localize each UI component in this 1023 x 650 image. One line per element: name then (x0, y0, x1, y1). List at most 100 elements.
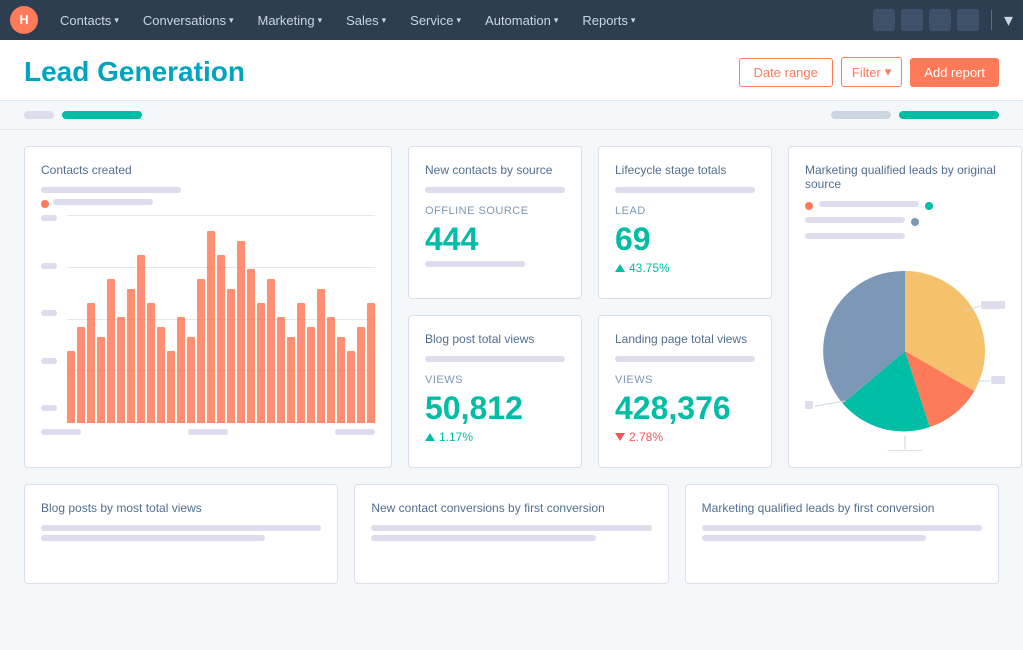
pie-chart-container (805, 251, 1005, 451)
blog-views-card: Blog post total views VIEWS 50,812 1.17% (408, 315, 582, 468)
skel (41, 535, 265, 541)
bar (127, 289, 135, 423)
trend-up-icon (615, 264, 625, 272)
filter-tag-4[interactable] (899, 111, 999, 119)
bar (97, 337, 105, 423)
add-report-button[interactable]: Add report (910, 58, 999, 87)
bar (347, 351, 355, 423)
y-axis-area (41, 215, 375, 423)
bar (147, 303, 155, 423)
nav-marketing[interactable]: Marketing ▾ (247, 0, 332, 40)
contacts-created-card: Contacts created (24, 146, 392, 468)
x-label (335, 429, 375, 435)
nav-automation[interactable]: Automation ▾ (475, 0, 568, 40)
chevron-down-icon: ▾ (885, 64, 892, 80)
bottom-card-1: Blog posts by most total views (24, 484, 338, 584)
bar (267, 279, 275, 423)
nav-icon-1[interactable] (873, 9, 895, 31)
skel (41, 525, 321, 531)
nav-icon-2[interactable] (901, 9, 923, 31)
pie-label-2 (991, 376, 1005, 384)
metric-change-down: 2.78% (615, 430, 755, 444)
new-contacts-source-card: New contacts by source OFFLINE SOURCE 44… (408, 146, 582, 299)
metric-value: 428,376 (615, 392, 755, 424)
pie-chart (805, 251, 1005, 451)
main-content: Contacts created (0, 130, 1023, 600)
skel (425, 356, 565, 362)
nav-service[interactable]: Service ▾ (400, 0, 471, 40)
y-label (41, 358, 57, 364)
chevron-down-icon: ▾ (631, 15, 636, 26)
chevron-down-icon: ▾ (457, 15, 462, 26)
bottom-card-2-title: New contact conversions by first convers… (371, 501, 651, 515)
page-header: Lead Generation Date range Filter ▾ Add … (0, 40, 1023, 101)
hubspot-logo[interactable]: H (10, 6, 38, 34)
bar (257, 303, 265, 423)
legend-dot-2 (925, 202, 933, 210)
bar-chart-area (67, 215, 375, 423)
bar (137, 255, 145, 423)
nav-reports[interactable]: Reports ▾ (572, 0, 645, 40)
bar (287, 337, 295, 423)
skel (615, 187, 755, 193)
nav-contacts[interactable]: Contacts ▾ (50, 0, 129, 40)
bar (317, 289, 325, 423)
nav-conversations[interactable]: Conversations ▾ (133, 0, 244, 40)
mql-legend (805, 201, 1005, 243)
pie-line-3 (815, 401, 845, 406)
legend-label-1 (819, 201, 919, 207)
trend-down-icon (615, 433, 625, 441)
bottom-card-3: Marketing qualified leads by first conve… (685, 484, 999, 584)
contacts-created-title: Contacts created (41, 163, 375, 177)
metric-label: OFFLINE SOURCE (425, 205, 565, 217)
legend-label-2 (805, 217, 905, 223)
metric-change-up: 1.17% (425, 430, 565, 444)
nav-divider (991, 10, 992, 30)
bottom-card-1-title: Blog posts by most total views (41, 501, 321, 515)
bar (277, 317, 285, 423)
chevron-down-icon: ▾ (229, 15, 234, 26)
y-label (41, 215, 57, 221)
dot-indicator (41, 200, 49, 208)
bar (337, 337, 345, 423)
skel (425, 261, 525, 267)
metric-value: 50,812 (425, 392, 565, 424)
bar (227, 289, 235, 423)
filter-tag-2[interactable] (62, 111, 142, 119)
filter-tag-3[interactable] (831, 111, 891, 119)
filter-right (831, 111, 999, 119)
metric-value: 69 (615, 223, 755, 255)
date-range-button[interactable]: Date range (739, 58, 833, 87)
metric-label: LEAD (615, 205, 755, 217)
bar (117, 317, 125, 423)
nav-more-icon[interactable]: ▾ (1004, 10, 1013, 31)
x-label (188, 429, 228, 435)
chevron-down-icon: ▾ (382, 15, 387, 26)
svg-text:H: H (19, 13, 28, 27)
top-grid: Contacts created (24, 146, 999, 468)
skel (371, 535, 595, 541)
x-axis-labels (41, 429, 375, 435)
skel (702, 525, 982, 531)
filter-button[interactable]: Filter ▾ (841, 57, 902, 87)
chevron-down-icon: ▾ (114, 15, 119, 26)
nav-icon-4[interactable] (957, 9, 979, 31)
pie-label-4 (887, 450, 923, 451)
legend-dot-3 (911, 218, 919, 226)
nav-icon-3[interactable] (929, 9, 951, 31)
pie-label-1 (981, 301, 1005, 309)
lifecycle-title: Lifecycle stage totals (615, 163, 755, 177)
landing-views-title: Landing page total views (615, 332, 755, 346)
bottom-card-3-title: Marketing qualified leads by first conve… (702, 501, 982, 515)
skel (371, 525, 651, 531)
legend-label-3 (805, 233, 905, 239)
filter-tag-1[interactable] (24, 111, 54, 119)
mql-source-card: Marketing qualified leads by original so… (788, 146, 1022, 468)
bar (87, 303, 95, 423)
bar (297, 303, 305, 423)
nav-sales[interactable]: Sales ▾ (336, 0, 396, 40)
y-label (41, 310, 57, 316)
filter-left (24, 111, 142, 119)
metric-value: 444 (425, 223, 565, 255)
bar (197, 279, 205, 423)
